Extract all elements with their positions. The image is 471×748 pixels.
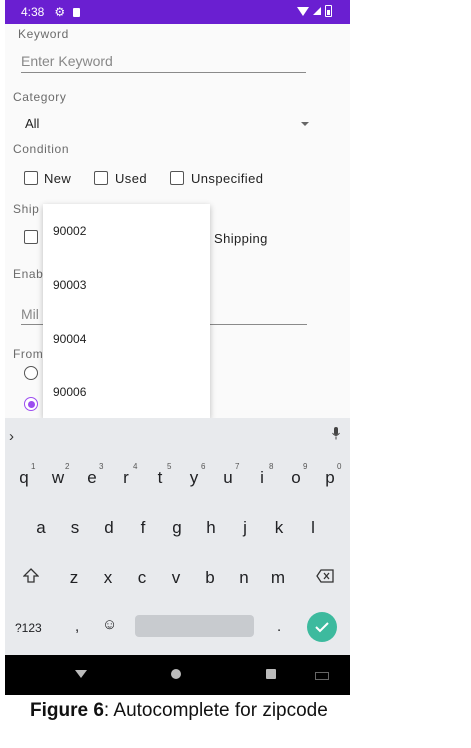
key-c[interactable]: c — [129, 568, 155, 588]
symbols-key[interactable]: ?123 — [15, 621, 42, 635]
space-key[interactable] — [135, 615, 254, 637]
wifi-icon — [297, 6, 309, 16]
enter-key[interactable] — [307, 612, 337, 642]
key-t[interactable]: t — [147, 468, 173, 488]
keyboard-icon[interactable] — [315, 672, 329, 680]
condition-label: Condition — [13, 142, 70, 156]
check-icon — [315, 622, 329, 633]
key-l[interactable]: l — [300, 518, 326, 538]
backspace-icon[interactable] — [316, 569, 334, 583]
autocomplete-item[interactable]: 90003 — [53, 278, 86, 292]
key-p[interactable]: p — [317, 468, 343, 488]
autocomplete-item[interactable]: 90002 — [53, 224, 86, 238]
enable-label: Enab — [13, 267, 44, 281]
checkbox-unspecified[interactable] — [170, 171, 184, 185]
key-hint: 2 — [65, 462, 70, 471]
key-b[interactable]: b — [197, 568, 223, 588]
key-o[interactable]: o — [283, 468, 309, 488]
miles-input[interactable]: Mil — [21, 306, 39, 322]
chevron-right-icon[interactable]: › — [9, 428, 14, 445]
key-hint: 0 — [337, 462, 342, 471]
keyboard-toolbar: › — [5, 418, 350, 456]
autocomplete-item[interactable]: 90004 — [53, 332, 86, 346]
key-d[interactable]: d — [96, 518, 122, 538]
battery-icon — [325, 5, 332, 17]
key-hint: 7 — [235, 462, 240, 471]
keyword-input[interactable]: Enter Keyword — [21, 53, 113, 69]
shipping-label: Ship — [13, 202, 40, 216]
category-select[interactable]: All — [25, 116, 39, 131]
checkbox-used-label: Used — [115, 171, 147, 186]
key-j[interactable]: j — [232, 518, 258, 538]
key-i[interactable]: i — [249, 468, 275, 488]
key-v[interactable]: v — [163, 568, 189, 588]
status-time: 4:38 — [21, 5, 45, 19]
figure-caption: Figure 6: Autocomplete for zipcode — [30, 700, 328, 722]
key-hint: 6 — [201, 462, 206, 471]
key-r[interactable]: r — [113, 468, 139, 488]
key-hint: 1 — [31, 462, 36, 471]
recents-icon[interactable] — [266, 669, 276, 679]
autocomplete-item[interactable]: 90006 — [53, 385, 86, 399]
key-m[interactable]: m — [265, 568, 291, 588]
key-e[interactable]: e — [79, 468, 105, 488]
key-hint: 9 — [303, 462, 308, 471]
comma-key[interactable]: , — [75, 618, 79, 635]
key-g[interactable]: g — [164, 518, 190, 538]
home-icon[interactable] — [171, 669, 181, 679]
key-w[interactable]: w — [45, 468, 71, 488]
keyword-label: Keyword — [18, 27, 69, 41]
figure-caption-text: : Autocomplete for zipcode — [103, 700, 328, 721]
key-s[interactable]: s — [62, 518, 88, 538]
checkbox-shipping[interactable] — [24, 230, 38, 244]
soft-keyboard: › ?123 , ☺ . q1w2e3r 4 t 5 y 6 u 7 i 8 o… — [5, 418, 350, 655]
key-hint: 8 — [269, 462, 274, 471]
period-key[interactable]: . — [277, 618, 281, 635]
chevron-down-icon[interactable] — [301, 122, 309, 126]
key-u[interactable]: u — [215, 468, 241, 488]
status-bar: 4:38 ⚙ — [5, 0, 350, 24]
key-n[interactable]: n — [231, 568, 257, 588]
key-hint: 5 — [167, 462, 172, 471]
key-x[interactable]: x — [95, 568, 121, 588]
shipping-option-label: Shipping — [214, 231, 268, 246]
radio-zipcode[interactable] — [24, 397, 38, 411]
key-z[interactable]: z — [61, 568, 87, 588]
phone-screen: 4:38 ⚙ Keyword Enter Keyword Category Al… — [5, 0, 350, 695]
checkbox-new-label: New — [44, 171, 72, 186]
category-label: Category — [13, 90, 67, 104]
microphone-icon[interactable] — [332, 427, 340, 440]
keyword-underline — [21, 72, 306, 73]
key-y[interactable]: y — [181, 468, 207, 488]
key-h[interactable]: h — [198, 518, 224, 538]
back-icon[interactable] — [75, 670, 87, 678]
key-hint: 3 — [99, 462, 104, 471]
autocomplete-popup: 90002 90003 90004 90006 — [43, 204, 210, 418]
signal-icon — [313, 7, 321, 15]
settings-icon: ⚙ — [54, 5, 66, 19]
shift-icon[interactable] — [23, 568, 39, 584]
emoji-icon[interactable]: ☺ — [102, 616, 117, 633]
checkbox-used[interactable] — [94, 171, 108, 185]
key-k[interactable]: k — [266, 518, 292, 538]
key-hint: 4 — [133, 462, 138, 471]
checkbox-unspecified-label: Unspecified — [191, 171, 264, 186]
checkbox-new[interactable] — [24, 171, 38, 185]
sd-card-icon — [73, 7, 81, 17]
figure-number: Figure 6 — [30, 700, 104, 721]
from-label: From — [13, 347, 44, 361]
radio-current-location[interactable] — [24, 366, 38, 380]
key-f[interactable]: f — [130, 518, 156, 538]
navigation-bar — [5, 655, 350, 695]
key-a[interactable]: a — [28, 518, 54, 538]
key-q[interactable]: q — [11, 468, 37, 488]
